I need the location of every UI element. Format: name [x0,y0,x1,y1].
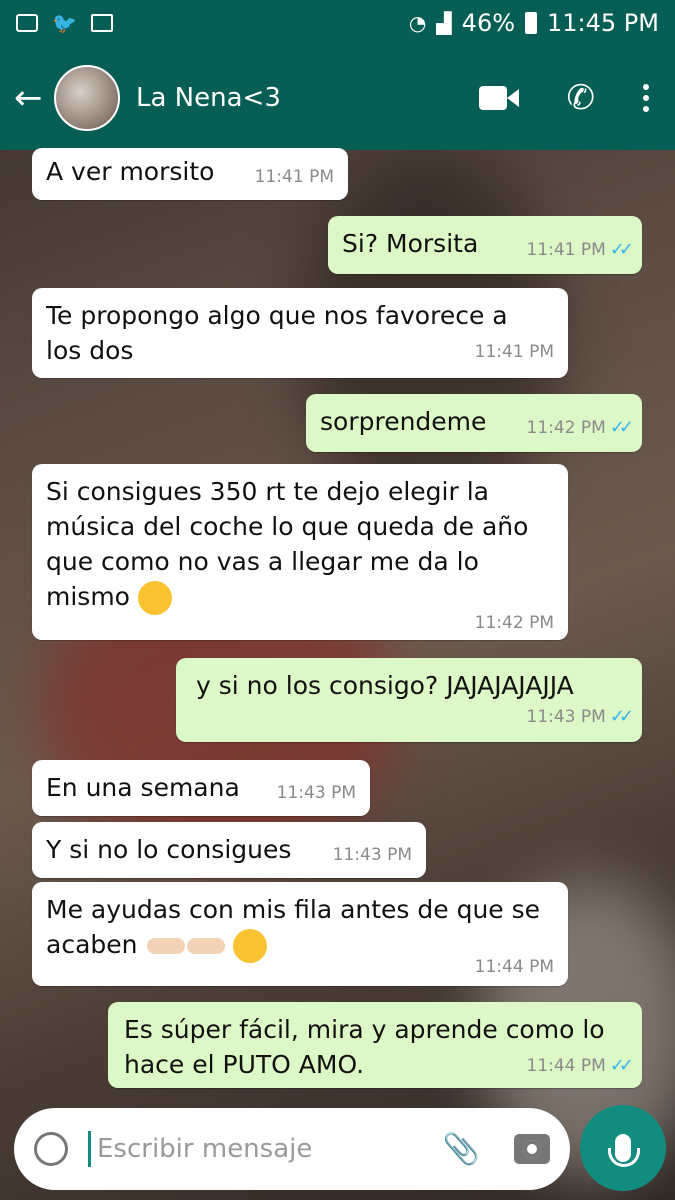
avatar[interactable] [54,65,120,131]
message-incoming[interactable]: Si consigues 350 rt te dejo elegir la mú… [32,464,568,640]
signal-icon: ▟ [436,11,452,35]
message-time: 11:43 PM [332,845,412,865]
twitter-icon: 🐦 [52,11,77,35]
battery-percent: 46% [461,9,516,37]
message-composer: 📎 [14,1108,570,1190]
message-incoming[interactable]: Y si no lo consigues 11:43 PM [32,822,426,878]
message-outgoing[interactable]: y si no los consigo? JAJAJAJAJJA 11:43 P… [176,658,642,742]
status-left-icons: 🐦 [16,11,113,35]
camera-icon[interactable] [514,1134,550,1164]
status-bar: 🐦 ◔ ▟ 46% 11:45 PM [0,0,675,46]
chat-header: ← La Nena<3 ✆ [0,46,675,150]
status-right: ◔ ▟ 46% 11:45 PM [409,9,659,37]
mail-icon [90,14,113,32]
message-outgoing[interactable]: Si? Morsita 11:41 PM ✓✓ [328,216,642,274]
message-time: 11:43 PM [276,783,356,803]
read-ticks-icon: ✓✓ [609,239,634,260]
read-ticks-icon: ✓✓ [609,417,634,438]
mic-button[interactable] [580,1105,666,1191]
read-ticks-icon: ✓✓ [609,1055,634,1076]
video-call-icon[interactable] [478,86,519,110]
battery-icon [525,12,538,34]
mic-icon [608,1134,640,1167]
message-incoming[interactable]: A ver morsito 11:41 PM [32,148,348,200]
status-time: 11:45 PM [547,9,659,37]
message-input[interactable] [95,1133,443,1165]
message-time: 11:42 PM [526,418,606,438]
message-time: 11:41 PM [254,167,334,187]
text-cursor [88,1131,91,1167]
message-text: A ver morsito [46,157,215,186]
attach-icon[interactable]: 📎 [443,1132,480,1167]
wifi-icon: ◔ [408,11,427,35]
halo-emoji-icon [233,929,268,963]
message-text: Y si no lo consigues [46,835,292,864]
message-text: Si consigues 350 rt te dejo elegir la mú… [46,474,546,615]
message-text-content: Si consigues 350 rt te dejo elegir la mú… [46,477,529,611]
pointing-hand-icon [147,938,186,954]
message-text-content: Me ayudas con mis fila antes de que se a… [46,895,541,959]
message-text: y si no los consigo? JAJAJAJAJJA [196,671,574,700]
message-time: 11:44 PM [526,1056,606,1076]
message-incoming[interactable]: Te propongo algo que nos favorece a los … [32,288,568,378]
message-text: En una semana [46,773,240,802]
voice-call-icon[interactable]: ✆ [567,78,596,118]
more-menu-icon[interactable] [643,84,649,112]
message-text: sorprendeme [320,407,487,436]
message-incoming[interactable]: En una semana 11:43 PM [32,760,370,816]
message-list: A ver morsito 11:41 PM Si? Morsita 11:41… [0,148,675,1095]
message-outgoing[interactable]: Es súper fácil, mira y aprende como lo h… [108,1002,642,1088]
message-incoming[interactable]: Me ayudas con mis fila antes de que se a… [32,882,568,986]
kiss-emoji-icon [137,581,172,615]
message-time: 11:41 PM [526,240,606,260]
message-text: Si? Morsita [342,229,479,258]
contact-name[interactable]: La Nena<3 [136,83,479,113]
header-actions: ✆ [478,78,662,118]
message-text: Me ayudas con mis fila antes de que se a… [46,892,546,963]
message-time: 11:43 PM [526,707,606,727]
pointing-hand-icon [187,938,226,954]
back-arrow-icon[interactable]: ← [14,78,54,118]
read-ticks-icon: ✓✓ [609,706,634,727]
message-outgoing[interactable]: sorprendeme 11:42 PM ✓✓ [306,394,642,452]
screen-icon [16,14,38,32]
emoji-icon[interactable] [34,1132,68,1166]
